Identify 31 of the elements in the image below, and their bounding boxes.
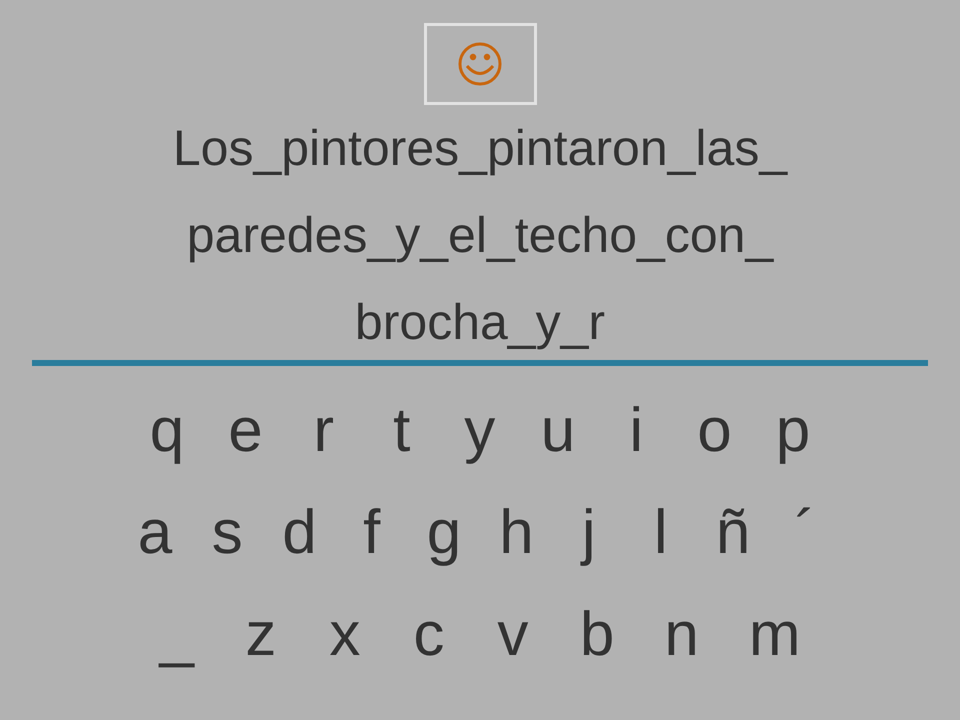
keyboard-key[interactable]: s (208, 496, 246, 570)
keyboard-key[interactable]: a (136, 496, 174, 570)
keyboard-key[interactable]: j (570, 496, 608, 570)
keyboard-key[interactable]: t (382, 394, 421, 468)
keyboard-key[interactable]: h (497, 496, 536, 570)
sentence-text: brocha_y_r (354, 294, 606, 350)
keyboard-key[interactable]: d (280, 496, 319, 570)
keyboard-key[interactable]: g (424, 496, 464, 570)
keyboard-key[interactable]: z (242, 598, 280, 672)
keyboard-key[interactable]: ñ (714, 496, 752, 570)
keyboard-key[interactable]: q (148, 394, 186, 468)
sentence-text: Los_pintores_pintaron_las_ (172, 120, 788, 176)
keyboard-key[interactable]: u (538, 394, 578, 468)
keyboard-key[interactable]: b (578, 598, 616, 672)
keyboard-key[interactable]: m (746, 598, 803, 672)
keyboard-key[interactable]: r (304, 394, 343, 468)
keyboard-key[interactable]: _ (157, 598, 196, 672)
keyboard-key[interactable]: y (460, 394, 499, 468)
keyboard-key[interactable]: v (494, 598, 532, 672)
keyboard-key[interactable]: o (695, 394, 734, 468)
smiley-icon (457, 41, 503, 87)
keyboard-key[interactable]: n (662, 598, 701, 672)
keyboard-key[interactable]: x (326, 598, 364, 672)
keyboard-key[interactable]: ´ (786, 496, 824, 570)
keyboard-key[interactable]: l (642, 496, 680, 570)
keyboard-key[interactable]: i (617, 394, 656, 468)
keyboard-key[interactable]: f (352, 496, 391, 570)
sentence-text: paredes_y_el_techo_con_ (186, 207, 774, 263)
keyboard-key[interactable]: e (226, 394, 265, 468)
keyboard-key[interactable]: c (410, 598, 448, 672)
keyboard-key[interactable]: p (774, 394, 812, 468)
